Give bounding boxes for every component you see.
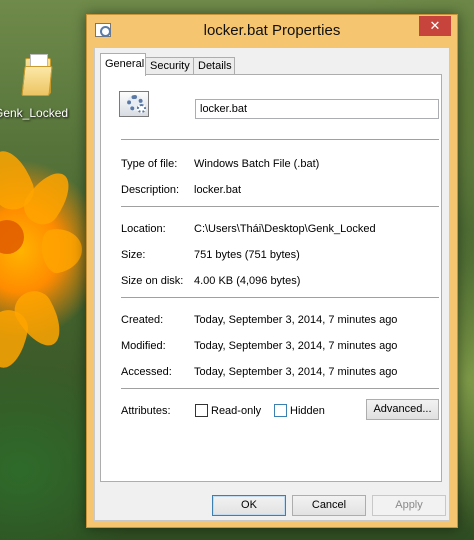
separator [121, 139, 439, 140]
attributes-label: Attributes: [121, 405, 171, 417]
flower-center [0, 220, 24, 254]
separator [121, 206, 439, 207]
size-label: Size: [121, 249, 146, 261]
type-of-file-label: Type of file: [121, 158, 178, 170]
accessed-label: Accessed: [121, 366, 172, 378]
created-value: Today, September 3, 2014, 7 minutes ago [194, 314, 398, 326]
size-on-disk-label: Size on disk: [121, 275, 184, 287]
dialog-body: General Security Details Type of file: W… [94, 47, 450, 521]
apply-button[interactable]: Apply [372, 495, 446, 516]
title-bar[interactable]: locker.bat Properties ✕ [87, 15, 457, 47]
file-name-input[interactable] [195, 99, 439, 119]
tab-details[interactable]: Details [193, 57, 235, 75]
flower-petal [38, 224, 86, 276]
read-only-label[interactable]: Read-only [211, 405, 261, 417]
folder-icon [21, 52, 55, 96]
type-of-file-value: Windows Batch File (.bat) [194, 158, 320, 170]
cancel-button[interactable]: Cancel [292, 495, 366, 516]
accessed-value: Today, September 3, 2014, 7 minutes ago [194, 366, 398, 378]
ok-button[interactable]: OK [212, 495, 286, 516]
tab-general[interactable]: General [100, 53, 146, 76]
batch-file-gear-icon [119, 91, 149, 117]
desktop-folder-genk-locked[interactable]: Genk_Locked [0, 48, 76, 120]
modified-label: Modified: [121, 340, 166, 352]
properties-window: locker.bat Properties ✕ General Security… [86, 14, 458, 528]
size-on-disk-value: 4.00 KB (4,096 bytes) [194, 275, 301, 287]
read-only-checkbox[interactable] [195, 404, 208, 417]
close-button[interactable]: ✕ [419, 16, 451, 36]
hidden-label[interactable]: Hidden [290, 405, 325, 417]
modified-value: Today, September 3, 2014, 7 minutes ago [194, 340, 398, 352]
separator [121, 388, 439, 389]
tab-security[interactable]: Security [145, 57, 194, 75]
window-title: locker.bat Properties [203, 22, 341, 39]
description-label: Description: [121, 184, 180, 196]
description-value: locker.bat [194, 184, 242, 196]
advanced-button[interactable]: Advanced... [366, 399, 439, 420]
location-label: Location: [121, 223, 166, 235]
location-value: C:\Users\Thái\Desktop\Genk_Locked [194, 223, 376, 235]
size-value: 751 bytes (751 bytes) [194, 249, 300, 261]
created-label: Created: [121, 314, 164, 326]
hidden-checkbox[interactable] [274, 404, 287, 417]
separator [121, 297, 439, 298]
general-tab-panel: Type of file: Windows Batch File (.bat) … [100, 74, 442, 482]
desktop-icon-label: Genk_Locked [0, 106, 69, 120]
